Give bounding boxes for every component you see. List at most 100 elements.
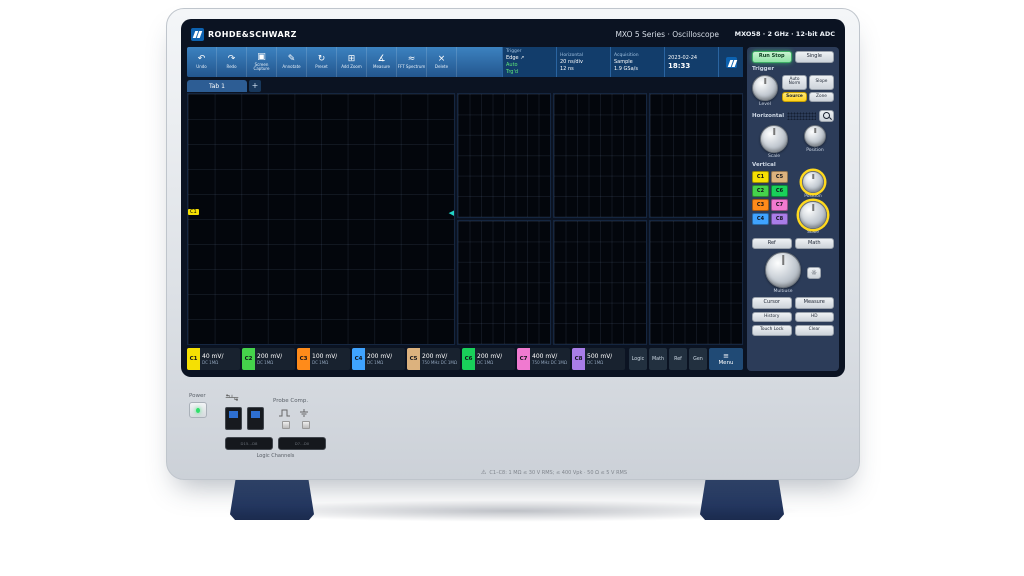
toolbar-item-add-zoom[interactable]: ⊞Add Zoom xyxy=(337,47,367,77)
power-button[interactable] xyxy=(189,402,207,418)
channel-badge-c2[interactable]: C2200 mV/DC 1MΩ xyxy=(242,348,295,370)
channel-detail: DC 1MΩ xyxy=(257,361,282,365)
pane-c3[interactable] xyxy=(457,93,551,218)
panel-channel-button-c3[interactable]: C3 xyxy=(752,199,769,211)
trigger-auto-norm-button[interactable]: Auto Norm xyxy=(782,75,807,90)
display-button-logic[interactable]: Logic xyxy=(629,348,647,370)
hd-button[interactable]: HD xyxy=(795,312,835,323)
panel-channel-button-c6[interactable]: C6 xyxy=(771,185,788,197)
toolbar-item-screen-capture[interactable]: ▣Screen Capture xyxy=(247,47,277,77)
tab-bar: Tab 1 + xyxy=(187,77,743,92)
vertical-scale-knob[interactable] xyxy=(799,201,827,229)
toolbar-item-undo[interactable]: ↶Undo xyxy=(187,47,217,77)
pane-c7[interactable] xyxy=(649,93,743,218)
add-tab-button[interactable]: + xyxy=(249,80,261,92)
trigger-level-knob[interactable] xyxy=(752,75,778,101)
level-knob-label: Level xyxy=(759,102,771,107)
c6-waveform xyxy=(554,221,646,344)
display-button-gen[interactable]: Gen xyxy=(689,348,707,370)
toolbar-item-redo[interactable]: ↷Redo xyxy=(217,47,247,77)
probe-comp-ground-pad[interactable] xyxy=(302,421,310,429)
channel-chip: C7 xyxy=(517,348,530,370)
horizontal-scale-knob[interactable] xyxy=(760,125,788,153)
touch-lock-button[interactable]: Touch Lock xyxy=(752,325,792,336)
power-label: Power xyxy=(189,393,206,399)
vertical-position-knob[interactable] xyxy=(802,171,824,193)
history-button[interactable]: History xyxy=(752,312,792,323)
pane-c6[interactable] xyxy=(553,220,647,345)
measure-button[interactable]: Measure xyxy=(795,297,835,309)
run-stop-button[interactable]: Run Stop xyxy=(752,51,792,63)
panel-channel-button-c4[interactable]: C4 xyxy=(752,213,769,225)
horizontal-position-knob[interactable] xyxy=(804,125,826,147)
trigger-level-marker[interactable]: ◀ xyxy=(449,209,454,217)
channel-scale: 100 mV/ xyxy=(312,354,337,360)
channel-badge-text: 100 mV/DC 1MΩ xyxy=(310,348,337,370)
channel-badge-c7[interactable]: C7400 mV/750 MHz DC 1MΩ xyxy=(517,348,570,370)
multiuse-knob[interactable] xyxy=(765,252,801,288)
front-control-panel: Run Stop Single Trigger Level Auto Norm … xyxy=(747,47,839,371)
channel-detail: DC 1MΩ xyxy=(202,361,224,365)
clear-button[interactable]: Clear xyxy=(795,325,835,336)
channel-badge-text: 200 mV/DC 1MΩ xyxy=(475,348,502,370)
channel-badge-text: 40 mV/DC 1MΩ xyxy=(200,348,224,370)
c1-offset-marker[interactable]: C1 xyxy=(188,209,199,215)
toolbar-item-spectrum[interactable]: ≈FFT Spectrum xyxy=(397,47,427,77)
panel-channel-button-c2[interactable]: C2 xyxy=(752,185,769,197)
panel-channel-button-c1[interactable]: C1 xyxy=(752,171,769,183)
usb-port-2[interactable] xyxy=(247,407,264,430)
trigger-status-box[interactable]: Trigger Edge ↗ Auto Trg'd xyxy=(502,47,556,77)
pane-c4[interactable] xyxy=(457,220,551,345)
math-button[interactable]: Math xyxy=(795,238,835,250)
horizontal-status-box[interactable]: Horizontal 20 ns/div 12 ns xyxy=(556,47,610,77)
acquisition-status-box[interactable]: Acquisition Sample 1.9 GSa/s xyxy=(610,47,664,77)
menu-button[interactable]: ≡ Menu xyxy=(709,348,743,370)
single-button[interactable]: Single xyxy=(795,51,835,63)
toolbar-item-preset[interactable]: ↻Preset xyxy=(307,47,337,77)
toolbar-item-label: Undo xyxy=(196,65,206,70)
preset-icon: ↻ xyxy=(318,55,326,64)
vertical-scale-label: Scale xyxy=(807,230,819,235)
panel-channel-button-c5[interactable]: C5 xyxy=(771,171,788,183)
logic-channels-label: Logic Channels xyxy=(225,453,326,459)
tab-1[interactable]: Tab 1 xyxy=(187,80,247,92)
channel-badge-text: 500 mV/DC 1MΩ xyxy=(585,348,612,370)
logic-connector-1[interactable]: D15…D8 xyxy=(225,437,273,450)
toolbar-status: Trigger Edge ↗ Auto Trg'd Horizontal 20 … xyxy=(502,47,743,77)
trigger-source-button[interactable]: Source xyxy=(782,92,807,103)
toolbar-item-measure[interactable]: ∡Measure xyxy=(367,47,397,77)
trigger-slope-button[interactable]: Slope xyxy=(809,75,834,90)
display-button-math[interactable]: Math xyxy=(649,348,667,370)
toolbar-item-annotate[interactable]: ✎Annotate xyxy=(277,47,307,77)
vertical-section-label: Vertical xyxy=(752,162,834,168)
usb-port-1[interactable] xyxy=(225,407,242,430)
probe-comp-signal-pad[interactable] xyxy=(282,421,290,429)
trigger-zone-button[interactable]: Zone xyxy=(809,92,834,103)
ref-button[interactable]: Ref xyxy=(752,238,792,250)
channel-badge-text: 200 mV/750 MHz DC 1MΩ xyxy=(420,348,457,370)
trigger-type: Edge ↗ xyxy=(506,55,553,61)
channel-chip: C2 xyxy=(242,348,255,370)
toolbar-item-delete[interactable]: ×Delete xyxy=(427,47,457,77)
pane-c1[interactable]: C1 ◀ xyxy=(187,93,455,345)
horizontal-section-label: Horizontal xyxy=(752,113,784,119)
pane-c5[interactable] xyxy=(553,93,647,218)
channel-badge-c3[interactable]: C3100 mV/DC 1MΩ xyxy=(297,348,350,370)
channel-badge-c1[interactable]: C140 mV/DC 1MΩ xyxy=(187,348,240,370)
logic-connector-2[interactable]: D7…D0 xyxy=(278,437,326,450)
panel-channel-button-c8[interactable]: C8 xyxy=(771,213,788,225)
stage: ROHDE&SCHWARZ MXO 5 Series · Oscilloscop… xyxy=(0,0,1024,576)
channel-badge-c4[interactable]: C4200 mV/DC 1MΩ xyxy=(352,348,405,370)
cursor-button[interactable]: Cursor xyxy=(752,297,792,309)
toolbar-item-label: FFT Spectrum xyxy=(398,65,426,70)
display-button-ref[interactable]: Ref xyxy=(669,348,687,370)
speaker-grille xyxy=(787,112,816,120)
pane-c8[interactable] xyxy=(649,220,743,345)
channel-badge-c5[interactable]: C5200 mV/750 MHz DC 1MΩ xyxy=(407,348,460,370)
channel-badge-c8[interactable]: C8500 mV/DC 1MΩ xyxy=(572,348,625,370)
intensity-button[interactable]: ☼ xyxy=(807,267,821,279)
channel-detail: 750 MHz DC 1MΩ xyxy=(422,361,457,365)
panel-channel-button-c7[interactable]: C7 xyxy=(771,199,788,211)
zoom-button[interactable] xyxy=(819,110,834,122)
channel-badge-c6[interactable]: C6200 mV/DC 1MΩ xyxy=(462,348,515,370)
